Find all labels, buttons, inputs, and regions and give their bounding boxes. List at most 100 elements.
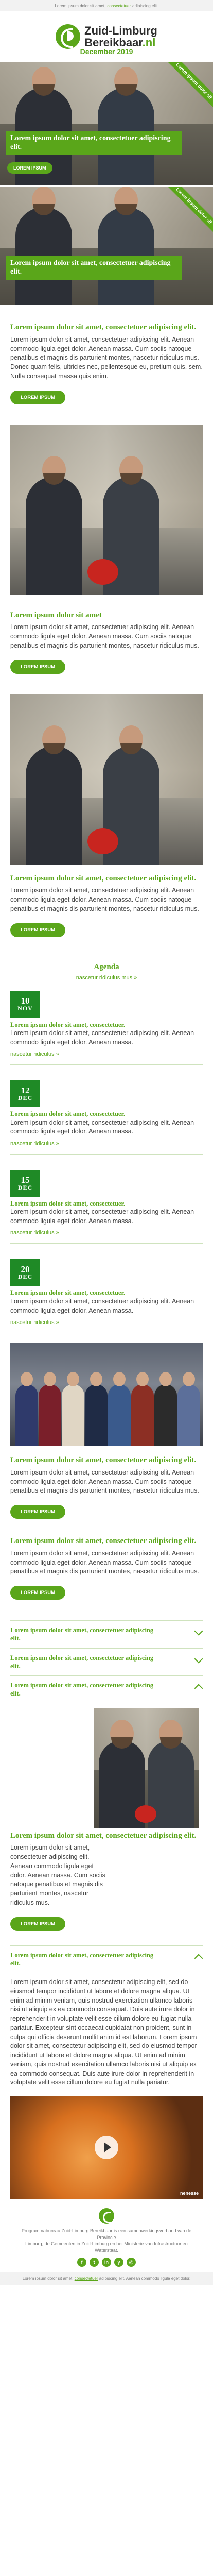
article-body: Lorem ipsum dolor sit amet, consectetuer… xyxy=(10,887,199,912)
chevron-down-icon[interactable] xyxy=(194,1656,203,1664)
event-more-link[interactable]: nascetur ridiculus » xyxy=(10,1230,203,1236)
logo-text[interactable]: Zuid-Limburg Bereikbaar.nl xyxy=(84,25,157,48)
hero-1[interactable]: Lorem ipsum dolor sit Lorem ipsum dolor … xyxy=(0,62,213,185)
agenda-link[interactable]: nascetur ridiculus mus » xyxy=(0,975,213,981)
footer-logo[interactable] xyxy=(0,2208,213,2224)
group-photo xyxy=(10,1343,203,1446)
article-button[interactable]: LOREM IPSUM xyxy=(10,1917,66,1931)
email-icon[interactable]: @ xyxy=(127,2258,136,2267)
social-links: f t in y @ xyxy=(0,2258,213,2267)
preheader-text: Lorem ipsum dolor sit amet, xyxy=(55,3,106,8)
event-day: 15 xyxy=(21,1175,30,1185)
article-button[interactable]: LOREM IPSUM xyxy=(10,1505,66,1519)
video-thumbnail[interactable]: nenesse xyxy=(10,2096,203,2199)
event-body: Lorem ipsum dolor sit amet, consectetuer… xyxy=(10,1029,194,1046)
accordion-item[interactable]: Lorem ipsum dolor sit amet, consectetuer… xyxy=(10,1654,203,1671)
video-watermark: nenesse xyxy=(180,2191,199,2196)
accordion-title: Lorem ipsum dolor sit amet, consectetuer… xyxy=(10,1682,154,1698)
event-more-link[interactable]: nascetur ridiculus » xyxy=(10,1051,203,1057)
article-image-2 xyxy=(10,694,203,865)
event-month: NOV xyxy=(17,1005,33,1012)
edition-date: December 2019 xyxy=(80,47,133,56)
hero-title: Lorem ipsum dolor sit amet, consectetuer… xyxy=(6,131,182,155)
event-day: 10 xyxy=(21,996,30,1006)
logo-line1: Zuid-Limburg xyxy=(84,24,157,37)
chevron-up-icon[interactable] xyxy=(194,1683,203,1691)
accordion-body: Lorem ipsum dolor sit amet, consectetur … xyxy=(0,1978,213,2088)
article-button[interactable]: LOREM IPSUM xyxy=(10,923,66,937)
accordion-item[interactable]: Lorem ipsum dolor sit amet, consectetuer… xyxy=(10,1626,203,1643)
event-title: Lorem ipsum dolor sit amet, consectetuer… xyxy=(10,1110,126,1118)
chevron-down-icon[interactable] xyxy=(194,1628,203,1636)
event-more-link[interactable]: nascetur ridiculus » xyxy=(10,1319,203,1326)
unsub-link[interactable]: consectetuer xyxy=(75,2276,98,2281)
article-title: Lorem ipsum dolor sit amet xyxy=(10,611,102,619)
play-icon[interactable] xyxy=(95,2136,118,2159)
article-title: Lorem ipsum dolor sit amet, consectetuer… xyxy=(10,323,197,331)
event-month: DEC xyxy=(17,1273,33,1281)
footer-line1: Programmabureau Zuid-Limburg Bereikbaar … xyxy=(21,2228,192,2240)
split-text: Lorem ipsum dolor sit amet, consectetuer… xyxy=(0,1831,213,1931)
article-body: Lorem ipsum dolor sit amet, consectetuer… xyxy=(10,1549,199,1575)
accordion-title: Lorem ipsum dolor sit amet, consectetuer… xyxy=(10,1654,154,1670)
unsub-text: Lorem ipsum dolor sit amet, xyxy=(22,2276,74,2281)
header: Zuid-Limburg Bereikbaar.nl December 2019 xyxy=(0,11,213,62)
hero-title: Lorem ipsum dolor sit amet, consectetuer… xyxy=(6,256,182,280)
accordion-item[interactable]: Lorem ipsum dolor sit amet, consectetuer… xyxy=(10,1951,203,1968)
agenda-item: 20 DEC Lorem ipsum dolor sit amet, conse… xyxy=(0,1259,213,1326)
preheader: Lorem ipsum dolor sit amet, consectetuer… xyxy=(0,0,213,11)
footer-line2: Limburg, de Gemeenten in Zuid-Limburg en… xyxy=(25,2241,188,2253)
preheader-after: adipiscing elit. xyxy=(132,3,158,8)
footer-text: Programmabureau Zuid-Limburg Bereikbaar … xyxy=(0,2228,213,2253)
article-image-1 xyxy=(10,425,203,595)
article-5: Lorem ipsum dolor sit amet, consectetuer… xyxy=(0,1536,213,1600)
article-1: Lorem ipsum dolor sit amet, consectetuer… xyxy=(0,323,213,404)
article-4: Lorem ipsum dolor sit amet, consectetuer… xyxy=(0,1455,213,1519)
article-body: Lorem ipsum dolor sit amet, consectetuer… xyxy=(10,1844,105,1906)
logo-icon[interactable] xyxy=(99,2208,114,2224)
event-title: Lorem ipsum dolor sit amet, consectetuer… xyxy=(10,1199,126,1207)
agenda-item: 10 NOV Lorem ipsum dolor sit amet, conse… xyxy=(0,991,213,1057)
newsletter: Lorem ipsum dolor sit amet, consectetuer… xyxy=(0,0,213,2285)
event-more-link[interactable]: nascetur ridiculus » xyxy=(10,1141,203,1147)
agenda-item: 15 DEC Lorem ipsum dolor sit amet, conse… xyxy=(0,1170,213,1236)
accordion-item[interactable]: Lorem ipsum dolor sit amet, consectetuer… xyxy=(10,1681,203,1698)
hero-photo xyxy=(0,187,213,305)
facebook-icon[interactable]: f xyxy=(77,2258,86,2267)
event-body: Lorem ipsum dolor sit amet, consectetuer… xyxy=(10,1208,194,1225)
hero-cta-button[interactable]: LOREM IPSUM xyxy=(7,162,52,174)
accordion-title: Lorem ipsum dolor sit amet, consectetuer… xyxy=(10,1951,154,1967)
article-title: Lorem ipsum dolor sit amet, consectetuer… xyxy=(10,1831,197,1840)
accordion-title: Lorem ipsum dolor sit amet, consectetuer… xyxy=(10,1626,154,1642)
logo-icon[interactable] xyxy=(56,24,81,49)
article-title: Lorem ipsum dolor sit amet, consectetuer… xyxy=(10,874,197,883)
article-body: Lorem ipsum dolor sit amet, consectetuer… xyxy=(10,623,199,649)
event-title: Lorem ipsum dolor sit amet, consectetuer… xyxy=(10,1289,126,1297)
split-image xyxy=(94,1708,199,1828)
event-title: Lorem ipsum dolor sit amet, consectetuer… xyxy=(10,1021,126,1028)
event-date: 12 DEC xyxy=(10,1080,40,1108)
event-month: DEC xyxy=(17,1094,33,1102)
preheader-link[interactable]: consectetuer xyxy=(107,4,131,8)
article-button[interactable]: LOREM IPSUM xyxy=(10,1586,66,1600)
article-button[interactable]: LOREM IPSUM xyxy=(10,659,66,674)
unsubscribe-bar: Lorem ipsum dolor sit amet, consectetuer… xyxy=(0,2272,213,2285)
event-body: Lorem ipsum dolor sit amet, consectetuer… xyxy=(10,1298,194,1314)
article-3: Lorem ipsum dolor sit amet, consectetuer… xyxy=(0,874,213,937)
article-2: Lorem ipsum dolor sit amet Lorem ipsum d… xyxy=(0,611,213,674)
event-month: DEC xyxy=(17,1183,33,1191)
accordion-text: Lorem ipsum dolor sit amet, consectetur … xyxy=(10,1978,197,2087)
chevron-up-icon[interactable] xyxy=(194,1953,203,1961)
youtube-icon[interactable]: y xyxy=(114,2258,123,2267)
event-body: Lorem ipsum dolor sit amet, consectetuer… xyxy=(10,1118,194,1136)
article-body: Lorem ipsum dolor sit amet, consectetuer… xyxy=(10,335,203,380)
event-date: 10 NOV xyxy=(10,991,40,1018)
twitter-icon[interactable]: t xyxy=(90,2258,99,2267)
article-button[interactable]: LOREM IPSUM xyxy=(10,390,66,404)
hero-2[interactable]: Lorem ipsum dolor sit Lorem ipsum dolor … xyxy=(0,187,213,305)
agenda-title: Agenda xyxy=(94,962,119,971)
agenda-header: Agenda nascetur ridiculus mus » xyxy=(0,963,213,981)
event-date: 20 DEC xyxy=(10,1259,40,1286)
split-section xyxy=(10,1708,203,1828)
linkedin-icon[interactable]: in xyxy=(102,2258,111,2267)
